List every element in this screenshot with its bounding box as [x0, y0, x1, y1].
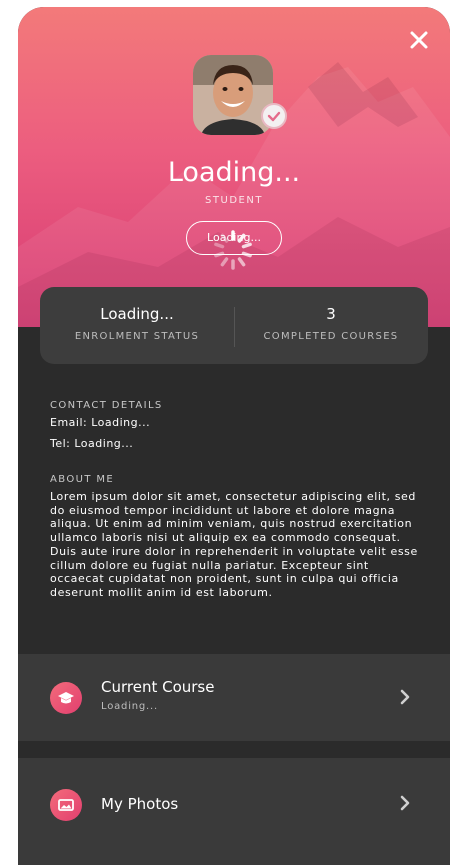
avatar	[193, 55, 273, 135]
current-course-title: Current Course	[101, 678, 215, 696]
tel-text: Tel: Loading...	[50, 437, 134, 450]
chevron-right-icon	[400, 795, 410, 811]
email-text: Email: Loading...	[50, 416, 151, 429]
profile-role: STUDENT	[205, 195, 263, 206]
graduation-cap-icon	[50, 682, 82, 714]
enrolment-value: Loading...	[100, 305, 174, 323]
my-photos-row[interactable]: My Photos	[18, 758, 450, 865]
current-course-subtitle: Loading...	[101, 701, 158, 712]
loading-spinner-icon	[214, 230, 252, 270]
about-me-title: ABOUT ME	[50, 474, 115, 485]
chevron-right-icon	[400, 689, 410, 705]
photos-icon	[50, 789, 82, 821]
profile-name: Loading...	[167, 157, 301, 188]
close-icon[interactable]	[406, 27, 432, 53]
completed-courses-label: COMPLETED COURSES	[263, 331, 399, 342]
completed-courses-stat: 3 COMPLETED COURSES	[234, 287, 428, 364]
about-me-text: Lorem ipsum dolor sit amet, consectetur …	[50, 490, 418, 599]
profile-card: Loading... STUDENT Loading... Loading...…	[18, 7, 450, 865]
current-course-row[interactable]: Current Course Loading...	[18, 654, 450, 741]
enrolment-stat: Loading... ENROLMENT STATUS	[40, 287, 234, 364]
my-photos-title: My Photos	[101, 795, 179, 813]
profile-header: Loading... STUDENT Loading...	[18, 7, 450, 327]
completed-courses-value: 3	[326, 305, 336, 323]
verified-badge	[261, 103, 287, 129]
enrolment-label: ENROLMENT STATUS	[74, 331, 200, 342]
contact-details-title: CONTACT DETAILS	[50, 400, 163, 411]
stats-panel: Loading... ENROLMENT STATUS 3 COMPLETED …	[40, 287, 428, 364]
checkmark-icon	[267, 111, 281, 122]
